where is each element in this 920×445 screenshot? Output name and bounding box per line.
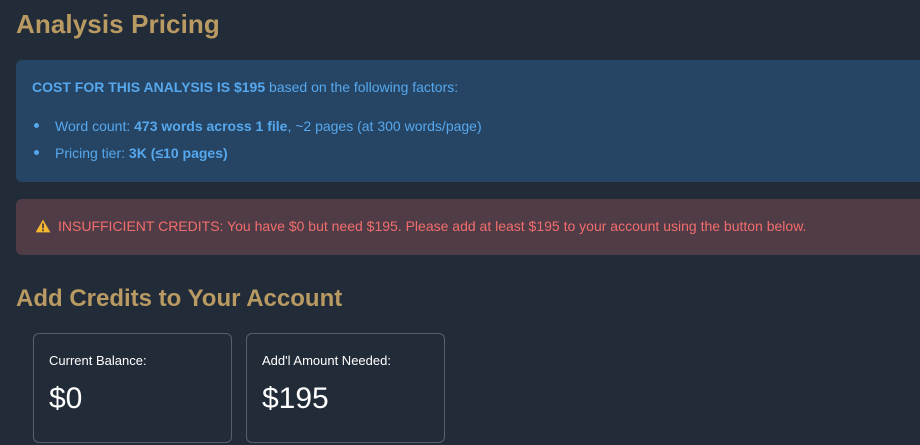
insufficient-credits-alert: INSUFFICIENT CREDITS: You have $0 but ne…: [16, 199, 920, 255]
pricing-tier-value: 3K (≤10 pages): [128, 145, 228, 161]
warning-triangle-icon: [35, 219, 51, 233]
pricing-info-box: COST FOR THIS ANALYSIS IS $195 based on …: [16, 60, 920, 182]
page: Analysis Pricing COST FOR THIS ANALYSIS …: [0, 0, 920, 445]
pricing-title: Analysis Pricing: [16, 9, 220, 39]
word-count-value: 473 words across 1 file: [134, 118, 288, 134]
add-credits-title: Add Credits to Your Account: [16, 285, 343, 312]
amount-needed-value: $195: [262, 382, 329, 415]
bullet-icon: [34, 123, 39, 128]
amount-needed-label: Add'l Amount Needed:: [262, 353, 391, 368]
current-balance-label: Current Balance:: [49, 353, 147, 368]
word-count-label: Word count:: [55, 118, 135, 134]
current-balance-value: $0: [49, 382, 83, 415]
alert-content: INSUFFICIENT CREDITS: You have $0 but ne…: [35, 218, 806, 234]
list-item-word-count: Word count: 473 words across 1 file, ~2 …: [32, 118, 482, 145]
cost-summary: COST FOR THIS ANALYSIS IS $195 based on …: [32, 79, 458, 95]
bullet-icon: [34, 150, 39, 155]
pricing-factors-list: Word count: 473 words across 1 file, ~2 …: [32, 118, 482, 172]
list-item-pricing-tier: Pricing tier: 3K (≤10 pages): [32, 145, 482, 172]
current-balance-card: Current Balance: $0: [33, 333, 232, 443]
cost-suffix-text: based on the following factors:: [265, 79, 459, 95]
alert-text: INSUFFICIENT CREDITS: You have $0 but ne…: [58, 218, 807, 234]
pricing-tier-label: Pricing tier:: [55, 145, 129, 161]
cost-amount-text: COST FOR THIS ANALYSIS IS $195: [32, 79, 266, 95]
word-count-suffix: , ~2 pages (at 300 words/page): [287, 118, 482, 134]
amount-needed-card: Add'l Amount Needed: $195: [246, 333, 445, 443]
